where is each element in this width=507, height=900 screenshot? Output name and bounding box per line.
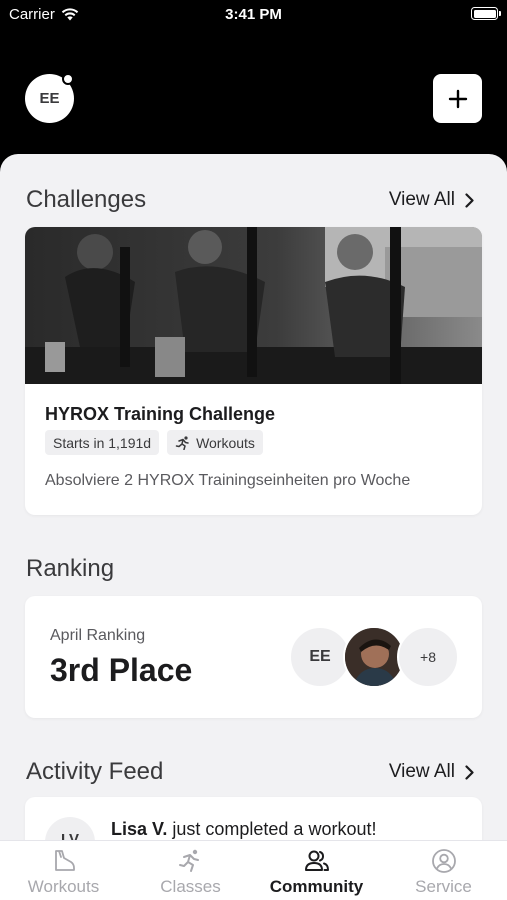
chevron-right-icon — [465, 192, 474, 208]
challenge-image — [25, 227, 482, 384]
ranking-title: Ranking — [26, 555, 115, 582]
challenge-tags: Starts in 1,191d Workouts — [45, 430, 263, 455]
challenge-title: HYROX Training Challenge — [45, 404, 276, 424]
challenges-title: Challenges — [26, 186, 147, 213]
activity-text: Lisa V. just completed a workout! — [111, 819, 376, 840]
type-badge: Workouts — [167, 430, 263, 455]
content-sheet: Challenges View All HYROX Training Chall… — [0, 154, 507, 840]
battery-icon — [471, 7, 501, 20]
tab-label: Workouts — [27, 877, 100, 896]
activity-feed-item[interactable]: LV Lisa V. just completed a workout! — [25, 797, 482, 840]
plus-icon — [448, 89, 467, 108]
tab-label: Service — [415, 877, 472, 896]
ranking-place: 3rd Place — [50, 652, 193, 688]
ranking-label: April Ranking — [50, 627, 146, 644]
type-label: Workouts — [196, 434, 255, 451]
people-icon — [304, 850, 329, 871]
avatar: EE — [289, 626, 351, 688]
status-bar: Carrier 3:41 PM — [0, 0, 507, 30]
activity-message: just completed a workout! — [167, 819, 377, 839]
starts-badge: Starts in 1,191d — [45, 430, 160, 455]
tab-label: Classes — [160, 877, 221, 896]
ranking-card[interactable]: April Ranking 3rd Place EE +8 — [25, 596, 482, 718]
more-members-badge: +8 — [397, 626, 459, 688]
user-circle-icon — [431, 849, 456, 873]
view-all-label: View All — [388, 189, 455, 210]
runner-icon — [178, 849, 199, 872]
activity-feed-view-all[interactable]: View All — [389, 761, 474, 783]
chevron-right-icon — [465, 764, 474, 780]
avatar-photo — [343, 626, 405, 688]
tab-workouts[interactable]: Workouts — [0, 841, 127, 900]
challenge-card[interactable]: HYROX Training Challenge Starts in 1,191… — [25, 227, 482, 515]
activity-feed-title: Activity Feed — [26, 758, 164, 785]
challenges-view-all[interactable]: View All — [389, 189, 474, 211]
activity-user-name: Lisa V. — [111, 819, 168, 839]
avatar: LV — [45, 817, 95, 840]
ranking-avatars: EE +8 — [289, 626, 459, 688]
add-button[interactable] — [433, 74, 482, 123]
runner-icon — [175, 435, 189, 450]
status-time: 3:41 PM — [225, 6, 282, 23]
starts-label: Starts in 1,191d — [53, 434, 152, 451]
shoe-icon — [54, 850, 75, 871]
tab-classes[interactable]: Classes — [127, 841, 254, 900]
tab-label: Community — [269, 877, 364, 896]
notification-dot — [62, 73, 74, 85]
tab-service[interactable]: Service — [380, 841, 507, 900]
challenge-description: Absolviere 2 HYROX Trainingseinheiten pr… — [45, 472, 411, 489]
tab-community[interactable]: Community — [253, 841, 380, 900]
tab-bar: Workouts Classes Community Service — [0, 840, 507, 900]
view-all-label: View All — [388, 761, 455, 782]
